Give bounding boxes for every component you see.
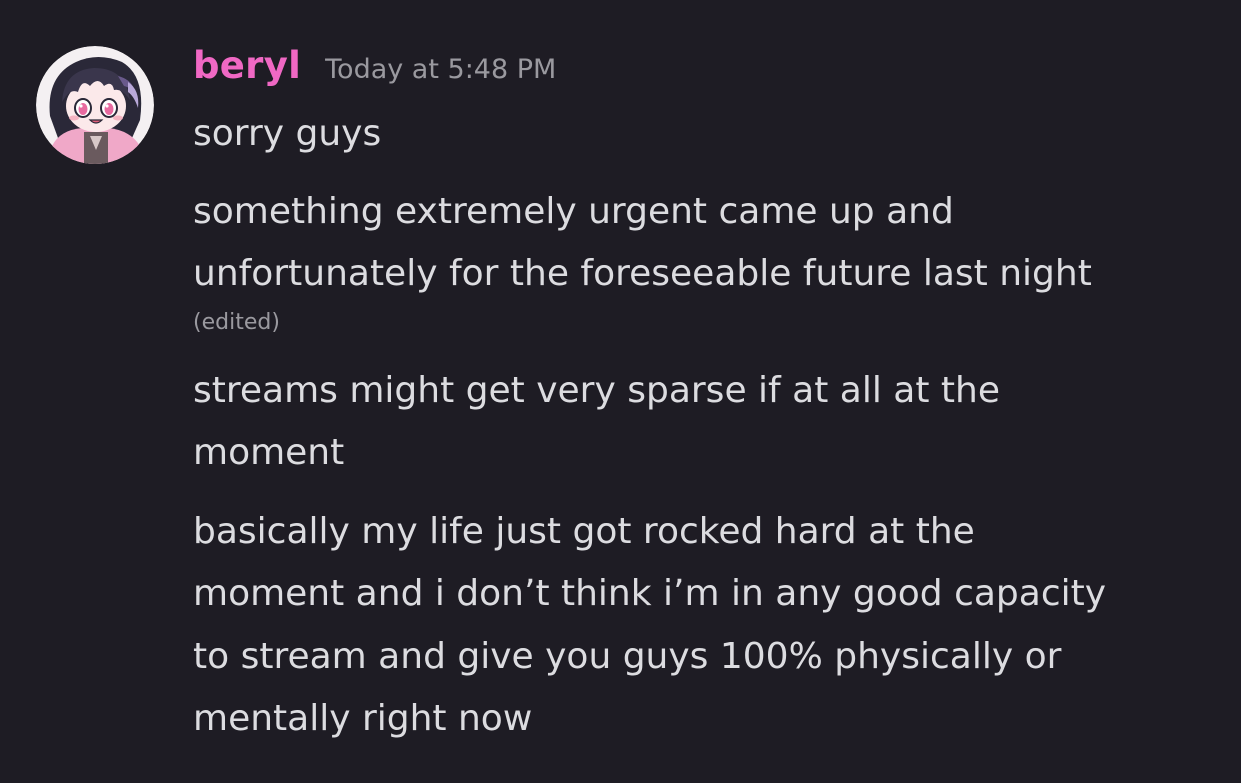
message-line: to stream and give you guys 100% physica… [193,636,1062,677]
message-line: mentally right now [193,698,533,739]
message-header: beryl Today at 5:48 PM [193,44,556,87]
message-line: sorry guys [193,113,382,154]
message-line: moment [193,432,345,473]
chat-message-group: z z beryl Today at 5:48 PM sorry guys so… [0,0,1241,783]
edited-label: (edited) [193,310,280,335]
chibi-avatar-icon: z z [36,46,154,164]
message-line: streams might get very sparse if at all … [193,370,1000,411]
timestamp[interactable]: Today at 5:48 PM [325,54,556,85]
svg-text:z: z [56,83,61,93]
message-line: moment and i don’t think i’m in any good… [193,573,1107,614]
message-line: basically my life just got rocked hard a… [193,511,975,552]
message-line: unfortunately for the foreseeable future… [193,253,1092,294]
username[interactable]: beryl [193,44,301,87]
svg-text:z: z [62,70,68,81]
message-line: something extremely urgent came up and [193,191,954,232]
user-avatar[interactable]: z z [36,46,154,164]
